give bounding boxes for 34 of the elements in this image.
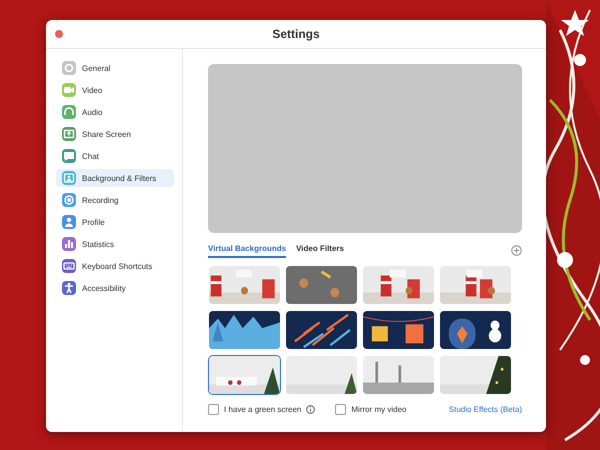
sidebar-item[interactable]: General [56, 59, 174, 77]
background-thumbnail[interactable] [362, 355, 435, 395]
background-thumbnail[interactable] [439, 310, 512, 350]
sidebar-item[interactable]: Profile [56, 213, 174, 231]
background-thumbnail[interactable] [362, 265, 435, 305]
tab[interactable]: Virtual Backgrounds [208, 242, 286, 258]
checkbox-label: Mirror my video [351, 405, 407, 414]
background-thumbnail[interactable] [208, 310, 281, 350]
sidebar-item[interactable]: Video [56, 81, 174, 99]
checkbox[interactable] [335, 404, 346, 415]
background-thumbnail[interactable] [285, 355, 358, 395]
tab[interactable]: Video Filters [296, 242, 344, 258]
background-thumbnail[interactable] [208, 265, 281, 305]
checkbox[interactable] [208, 404, 219, 415]
sidebar-item[interactable]: Background & Filters [56, 169, 174, 187]
sidebar-item[interactable]: Share Screen [56, 125, 174, 143]
close-button[interactable] [55, 30, 63, 38]
background-thumbnail[interactable] [208, 355, 281, 395]
sidebar-item[interactable]: Statistics [56, 235, 174, 253]
sidebar-item[interactable]: Audio [56, 103, 174, 121]
add-icon[interactable] [511, 244, 522, 256]
sidebar-item[interactable]: Recording [56, 191, 174, 209]
background-thumbnail[interactable] [285, 310, 358, 350]
sidebar-item[interactable]: Keyboard Shortcuts [56, 257, 174, 275]
sidebar-item[interactable]: Accessibility [56, 279, 174, 297]
checkbox-label: I have a green screen [224, 405, 302, 414]
studio-effects-link[interactable]: Studio Effects (Beta) [448, 405, 522, 414]
background-thumbnail[interactable] [439, 355, 512, 395]
background-thumbnail[interactable] [285, 265, 358, 305]
info-icon[interactable] [306, 405, 316, 414]
background-thumbnail[interactable] [362, 310, 435, 350]
sidebar-item[interactable]: Chat [56, 147, 174, 165]
background-thumbnail[interactable] [439, 265, 512, 305]
window-title: Settings [272, 27, 320, 41]
